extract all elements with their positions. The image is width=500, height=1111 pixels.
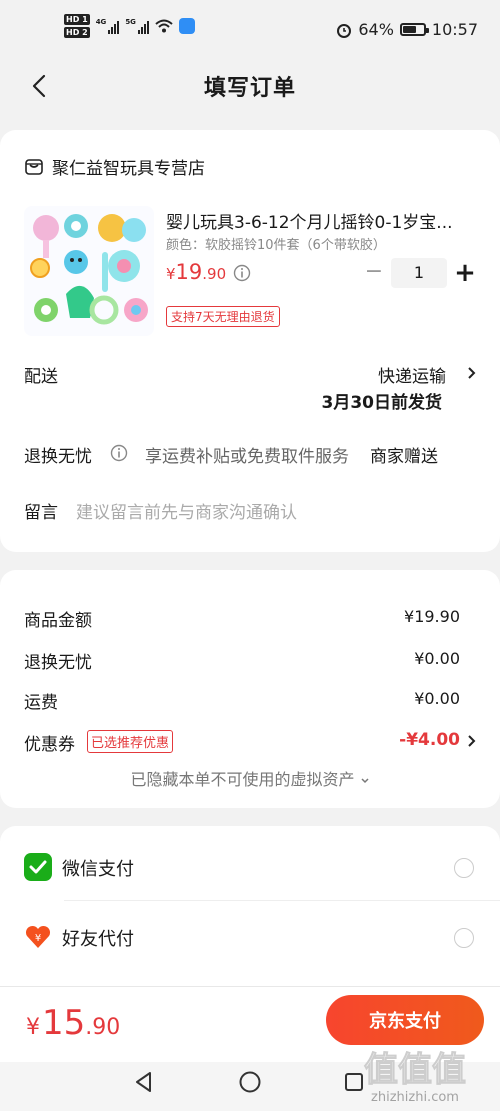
battery-percent: 64% xyxy=(358,20,394,39)
jd-pay-button[interactable]: 京东支付 xyxy=(326,995,484,1045)
payment-label-friend: 好友代付 xyxy=(62,929,134,950)
svg-text:¥: ¥ xyxy=(35,933,41,944)
remark-label: 留言 xyxy=(24,503,58,523)
total-currency: ¥ xyxy=(26,1015,40,1040)
payment-option-friend[interactable]: ¥ 好友代付 xyxy=(0,901,500,971)
quantity-decrease-button[interactable]: − xyxy=(363,260,385,284)
freight-label: 运费 xyxy=(24,693,58,713)
system-back-icon[interactable] xyxy=(132,1070,156,1094)
order-card: 聚仁益智玩具专营店 婴儿玩具3-6-12个月儿摇铃0-1岁宝... 颜色：软胶摇… xyxy=(0,130,500,552)
coupon-badge: 已选推荐优惠 xyxy=(87,730,174,753)
payment-option-wechat[interactable]: 微信支付 xyxy=(0,831,500,901)
product-title[interactable]: 婴儿玩具3-6-12个月儿摇铃0-1岁宝... xyxy=(166,208,476,233)
product-spec[interactable]: 颜色：软胶摇铃10件套（6个带软胶） xyxy=(166,234,386,253)
nav-bar: 填写订单 xyxy=(0,58,500,114)
summary-card: 商品金额 ¥19.90 退换无忧 ¥0.00 运费 ¥0.00 优惠券 已选推荐… xyxy=(0,570,500,808)
delivery-label: 配送 xyxy=(24,367,58,387)
payment-radio-friend[interactable] xyxy=(454,928,474,948)
hidden-assets-text: 已隐藏本单不可使用的虚拟资产 xyxy=(130,770,355,789)
svg-text:zhizhizhi.com: zhizhizhi.com xyxy=(371,1090,459,1105)
price-currency: ¥ xyxy=(166,265,176,283)
signal-icon: 4G xyxy=(96,18,120,34)
goods-amount-value: ¥19.90 xyxy=(404,607,460,626)
price-integer: 19 xyxy=(175,260,203,284)
freight-value: ¥0.00 xyxy=(414,689,460,708)
service-label: 退换无忧 xyxy=(24,447,92,467)
price-info-icon[interactable] xyxy=(233,264,251,282)
clock: 10:57 xyxy=(431,20,478,39)
remark-input[interactable]: 建议留言前先与商家沟通确认 xyxy=(76,498,297,523)
app-notification-icon xyxy=(178,18,195,34)
page-title: 填写订单 xyxy=(203,76,296,101)
chevron-down-icon xyxy=(361,778,369,784)
payment-label-wechat: 微信支付 xyxy=(62,859,134,880)
battery-icon xyxy=(399,23,429,36)
service-gift-label: 商家赠送 xyxy=(370,447,438,467)
product-image[interactable] xyxy=(24,206,154,336)
total-price: ¥ 15 .90 xyxy=(26,1003,120,1043)
coupon-chevron-right-icon[interactable] xyxy=(466,734,476,748)
delivery-method[interactable]: 快递运输 xyxy=(378,362,446,387)
status-right: 64% 10:57 xyxy=(336,20,478,39)
goods-amount-label: 商品金额 xyxy=(24,611,92,631)
quantity-input[interactable]: 1 xyxy=(391,258,447,288)
rattle-toys-image xyxy=(30,214,148,325)
total-decimal: .90 xyxy=(85,1015,121,1040)
site-watermark-logo: 值值值 zhizhizhi.com xyxy=(364,1050,467,1106)
svg-text:值值值: 值值值 xyxy=(364,1050,466,1090)
coupon-value[interactable]: -¥4.00 xyxy=(399,730,460,750)
quantity-increase-button[interactable]: + xyxy=(452,258,478,288)
service-description: 享运费补贴或免费取件服务 xyxy=(145,447,349,467)
system-home-icon[interactable] xyxy=(238,1070,262,1094)
hd1-badge: HD 1 xyxy=(64,14,90,25)
product-price: ¥ 19 .90 xyxy=(166,260,226,284)
store-name: 聚仁益智玩具专营店 xyxy=(52,159,205,179)
service-info-icon[interactable] xyxy=(110,444,128,462)
payment-radio-wechat[interactable] xyxy=(454,858,474,878)
signal-icon-2: 5G xyxy=(125,18,149,34)
service-fee-value: ¥0.00 xyxy=(414,649,460,668)
coupon-label: 优惠券 xyxy=(24,735,75,755)
delivery-date: 3月30日前发货 xyxy=(321,393,443,413)
wifi-icon xyxy=(155,19,173,33)
status-bar: HD 1 HD 2 4G 5G 64% 10:57 xyxy=(0,0,500,58)
payment-card: 微信支付 ¥ 好友代付 xyxy=(0,826,500,1006)
total-integer: 15 xyxy=(42,1003,86,1043)
hd2-badge: HD 2 xyxy=(64,27,90,38)
price-decimal: .90 xyxy=(202,265,227,283)
return-policy-badge: 支持7天无理由退货 xyxy=(166,306,280,327)
alarm-icon xyxy=(337,23,352,38)
network-type-label-2: 5G xyxy=(125,18,136,26)
delivery-chevron-right-icon[interactable] xyxy=(466,366,476,380)
store-icon xyxy=(25,158,43,175)
store-row[interactable]: 聚仁益智玩具专营店 xyxy=(24,154,205,179)
service-fee-label: 退换无忧 xyxy=(24,653,92,673)
status-left-icons: HD 1 HD 2 4G 5G xyxy=(64,14,195,38)
network-type-label: 4G xyxy=(95,18,107,26)
wechat-pay-icon xyxy=(24,853,52,881)
hidden-assets-toggle[interactable]: 已隐藏本单不可使用的虚拟资产 xyxy=(0,766,500,790)
friend-pay-icon: ¥ xyxy=(25,925,51,948)
